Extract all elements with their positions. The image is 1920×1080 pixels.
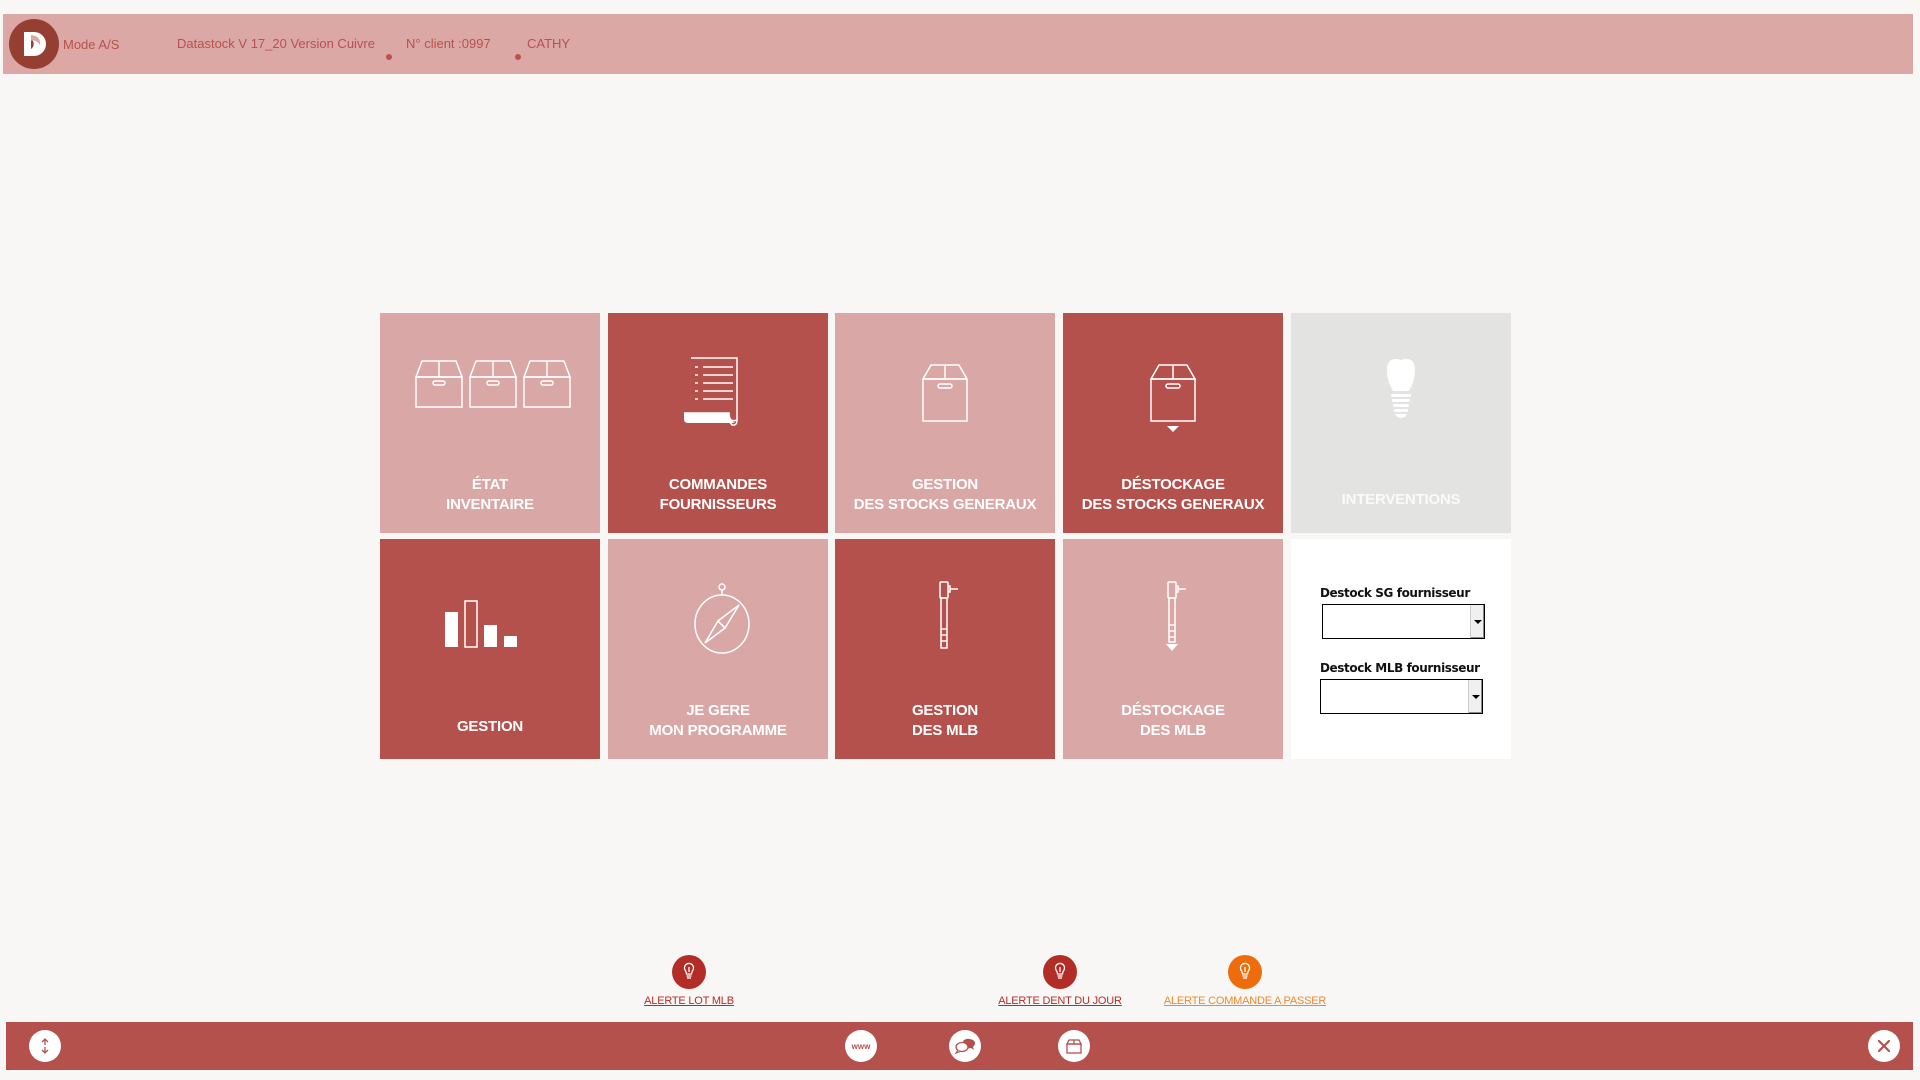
tile-label: JE GERE MON PROGRAMME: [649, 702, 787, 739]
tile-destockage-stocks-generaux[interactable]: DÉSTOCKAGE DES STOCKS GENERAUX: [1063, 313, 1283, 533]
chat-button[interactable]: [949, 1030, 981, 1062]
destock-supplier-panel: Destock SG fournisseur Destock MLB fourn…: [1291, 539, 1511, 759]
mode-label: Mode A/S: [63, 37, 120, 52]
client-number: N° client :0997: [406, 36, 491, 51]
lightbulb-icon[interactable]: [1228, 955, 1262, 989]
box-icon: [1065, 1039, 1083, 1054]
tile-label: GESTION: [456, 718, 524, 735]
up-down-arrows-icon: [41, 1038, 49, 1054]
tile-gestion-des-mlb[interactable]: GESTION DES MLB: [835, 539, 1055, 759]
lightbulb-icon[interactable]: [1043, 955, 1077, 989]
destock-mlb-label: Destock MLB fournisseur: [1320, 661, 1480, 675]
tile-label: INTERVENTIONS: [1341, 491, 1461, 508]
tile-label: DÉSTOCKAGE DES MLB: [1121, 702, 1225, 739]
tile-label: GESTION DES STOCKS GENERAUX: [853, 476, 1037, 513]
box-down-icon: [1149, 364, 1197, 432]
header-bar: Mode A/S Datastock V 17_20 Version Cuivr…: [3, 14, 1913, 74]
tile-etat-inventaire[interactable]: ÉTAT INVENTAIRE: [380, 313, 600, 533]
dropdown-arrow-icon[interactable]: [1468, 680, 1482, 713]
destock-sg-label: Destock SG fournisseur: [1320, 586, 1470, 600]
dental-implant-icon: [1387, 359, 1415, 418]
tile-label: DÉSTOCKAGE DES STOCKS GENERAUX: [1081, 476, 1265, 513]
tile-je-gere-mon-programme[interactable]: JE GERE MON PROGRAMME: [608, 539, 828, 759]
separator-dot: [386, 54, 392, 60]
resize-button[interactable]: [29, 1030, 61, 1062]
tile-gestion-stocks-generaux[interactable]: GESTION DES STOCKS GENERAUX: [835, 313, 1055, 533]
box-button[interactable]: [1058, 1030, 1090, 1062]
tile-commandes-fournisseurs[interactable]: COMMANDES FOURNISSEURS: [608, 313, 828, 533]
destock-sg-supplier-select[interactable]: [1322, 604, 1485, 639]
alert-dent-du-jour[interactable]: ALERTE DENT DU JOUR: [992, 955, 1128, 1007]
compass-icon: [694, 583, 750, 654]
alert-commande-a-passer-link[interactable]: ALERTE COMMANDE A PASSER: [1160, 995, 1330, 1007]
handpiece-icon: [939, 581, 958, 649]
close-icon: [1877, 1039, 1891, 1053]
datastock-logo-icon[interactable]: [9, 19, 59, 69]
bar-chart-icon: [445, 600, 517, 648]
document-list-icon: [684, 357, 738, 426]
tile-interventions[interactable]: INTERVENTIONS: [1291, 313, 1511, 533]
destock-mlb-supplier-select[interactable]: [1320, 679, 1483, 714]
footer-bar: www: [6, 1022, 1913, 1070]
dropdown-arrow-icon[interactable]: [1470, 605, 1484, 638]
three-boxes-icon: [414, 360, 572, 408]
tile-label: GESTION DES MLB: [911, 702, 979, 739]
user-name: CATHY: [527, 36, 571, 51]
handpiece-down-icon: [1166, 581, 1186, 651]
alert-commande-a-passer[interactable]: ALERTE COMMANDE A PASSER: [1160, 955, 1330, 1007]
app-title: Datastock V 17_20 Version Cuivre: [177, 36, 375, 51]
tile-label: ÉTAT INVENTAIRE: [446, 476, 534, 513]
website-button[interactable]: www: [845, 1030, 877, 1062]
tile-gestion[interactable]: GESTION: [380, 539, 600, 759]
svg-text:www: www: [851, 1042, 871, 1051]
www-icon: www: [851, 1042, 871, 1051]
close-button[interactable]: [1868, 1030, 1900, 1062]
tile-label: COMMANDES FOURNISSEURS: [659, 476, 777, 513]
alert-lot-mlb[interactable]: ALERTE LOT MLB: [628, 955, 750, 1007]
alert-lot-mlb-link[interactable]: ALERTE LOT MLB: [628, 995, 750, 1007]
alert-dent-du-jour-link[interactable]: ALERTE DENT DU JOUR: [992, 995, 1128, 1007]
lightbulb-icon[interactable]: [672, 955, 706, 989]
separator-dot: [515, 54, 521, 60]
tile-destockage-des-mlb[interactable]: DÉSTOCKAGE DES MLB: [1063, 539, 1283, 759]
chat-bubbles-icon: [954, 1038, 975, 1055]
box-icon: [921, 364, 969, 422]
